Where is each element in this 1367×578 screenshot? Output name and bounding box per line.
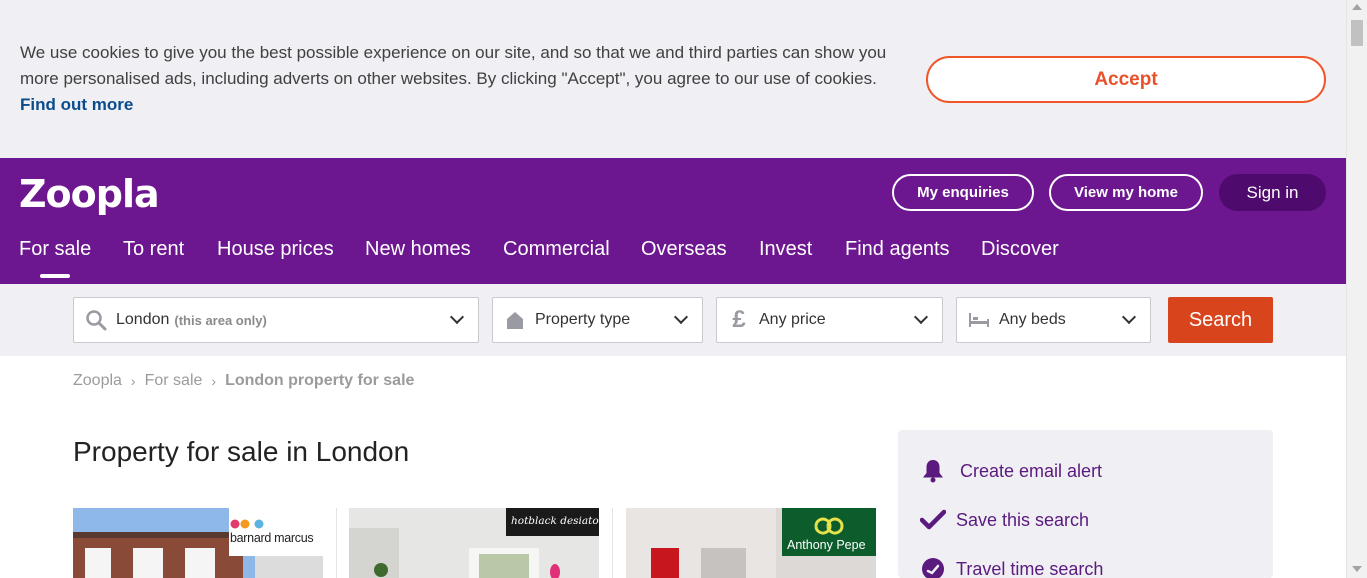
cookie-banner: We use cookies to give you the best poss… bbox=[0, 0, 1346, 158]
create-email-alert-label: Create email alert bbox=[960, 460, 1103, 481]
scroll-up-arrow-icon[interactable] bbox=[1352, 4, 1362, 10]
pound-icon: £ bbox=[732, 306, 746, 333]
nav-for-sale[interactable]: For sale bbox=[19, 238, 91, 261]
card-divider bbox=[612, 508, 613, 578]
location-hint: (this area only) bbox=[174, 312, 267, 328]
nav-overseas[interactable]: Overseas bbox=[641, 238, 727, 261]
property-type-value: Property type bbox=[535, 311, 631, 328]
nav-commercial[interactable]: Commercial bbox=[503, 238, 610, 261]
breadcrumb: Zoopla › For sale › London property for … bbox=[73, 372, 414, 390]
find-out-more-link[interactable]: Find out more bbox=[20, 95, 133, 114]
search-icon bbox=[84, 308, 108, 332]
bell-icon bbox=[920, 458, 946, 484]
listing-card[interactable]: barnard marcus bbox=[73, 508, 323, 578]
accept-cookies-button[interactable]: Accept bbox=[926, 56, 1326, 103]
breadcrumb-for-sale[interactable]: For sale bbox=[145, 372, 203, 390]
beds-value: Any beds bbox=[999, 311, 1066, 328]
save-search-label: Save this search bbox=[956, 509, 1090, 530]
my-enquiries-button[interactable]: My enquiries bbox=[892, 174, 1034, 211]
nav-to-rent[interactable]: To rent bbox=[123, 238, 184, 261]
listing-card[interactable]: hotblack desiato bbox=[349, 508, 599, 578]
cookie-message-text: We use cookies to give you the best poss… bbox=[20, 43, 887, 88]
chevron-down-icon bbox=[913, 309, 929, 325]
zoopla-logo[interactable]: Zoopla bbox=[19, 172, 160, 216]
property-type-select[interactable]: Property type bbox=[492, 297, 703, 343]
agent-logo-text: Anthony Pepe bbox=[787, 538, 866, 552]
search-bar: London (this area only) Property type £ … bbox=[0, 284, 1346, 356]
chevron-down-icon bbox=[1121, 309, 1137, 325]
nav-discover[interactable]: Discover bbox=[981, 238, 1059, 261]
search-actions-panel: Create email alert Save this search Trav… bbox=[898, 430, 1273, 578]
cookie-message: We use cookies to give you the best poss… bbox=[20, 40, 900, 118]
sign-in-button[interactable]: Sign in bbox=[1219, 174, 1326, 211]
scroll-thumb[interactable] bbox=[1351, 20, 1363, 46]
price-select[interactable]: £ Any price bbox=[716, 297, 943, 343]
save-search-link[interactable]: Save this search bbox=[920, 507, 1089, 533]
nav-house-prices[interactable]: House prices bbox=[217, 238, 334, 261]
breadcrumb-zoopla[interactable]: Zoopla bbox=[73, 372, 122, 390]
listing-card[interactable]: Anthony Pepe bbox=[626, 508, 876, 578]
site-header: Zoopla My enquiries View my home Sign in… bbox=[0, 158, 1346, 284]
travel-time-search-link[interactable]: Travel time search bbox=[920, 556, 1103, 578]
location-field[interactable]: London (this area only) bbox=[73, 297, 479, 343]
chevron-right-icon: › bbox=[130, 373, 136, 389]
chevron-right-icon: › bbox=[211, 373, 217, 389]
beds-select[interactable]: Any beds bbox=[956, 297, 1151, 343]
page-scrollbar[interactable] bbox=[1346, 0, 1367, 578]
agent-logo-text: barnard marcus bbox=[230, 531, 314, 545]
nav-find-agents[interactable]: Find agents bbox=[845, 238, 950, 261]
house-icon bbox=[503, 308, 527, 332]
bed-icon bbox=[967, 308, 991, 332]
search-button[interactable]: Search bbox=[1168, 297, 1273, 343]
nav-new-homes[interactable]: New homes bbox=[365, 238, 471, 261]
clock-icon bbox=[920, 556, 946, 578]
view-my-home-button[interactable]: View my home bbox=[1049, 174, 1203, 211]
location-value: London bbox=[116, 311, 170, 328]
scroll-down-arrow-icon[interactable] bbox=[1352, 566, 1362, 572]
card-divider bbox=[336, 508, 337, 578]
travel-time-search-label: Travel time search bbox=[956, 558, 1104, 578]
price-value: Any price bbox=[759, 311, 826, 328]
checkmark-icon bbox=[920, 507, 946, 533]
page-title: Property for sale in London bbox=[73, 436, 410, 467]
breadcrumb-current: London property for sale bbox=[225, 372, 415, 389]
nav-invest[interactable]: Invest bbox=[759, 238, 812, 261]
create-email-alert-link[interactable]: Create email alert bbox=[920, 458, 1102, 484]
agent-logo-text: hotblack desiato bbox=[511, 515, 599, 527]
chevron-down-icon bbox=[673, 309, 689, 325]
active-nav-indicator bbox=[40, 274, 70, 278]
main-nav: For sale To rent House prices New homes … bbox=[0, 238, 1346, 284]
chevron-down-icon bbox=[449, 309, 465, 325]
